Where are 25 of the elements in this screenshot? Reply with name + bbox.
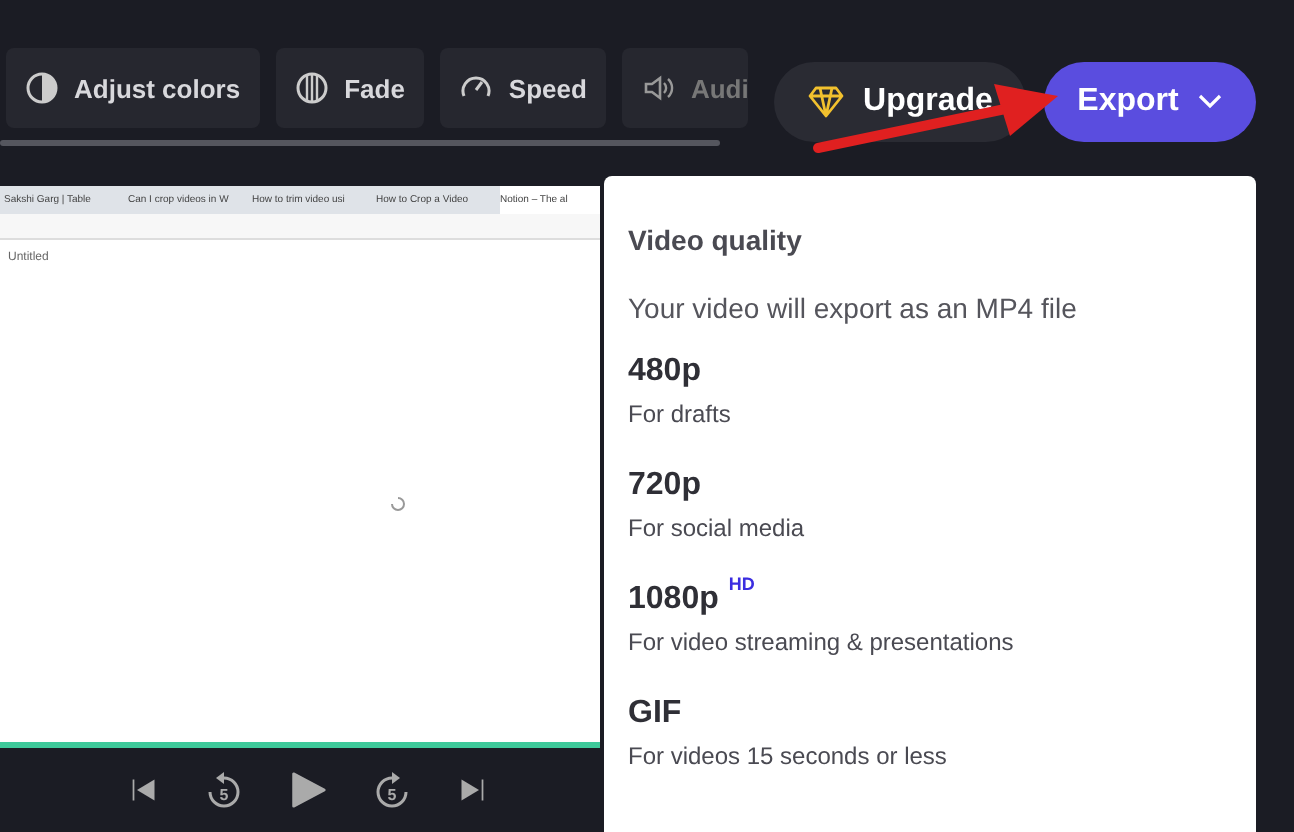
option-description: For videos 15 seconds or less [628, 742, 949, 770]
skip-end-icon[interactable] [458, 774, 486, 806]
scrollbar[interactable] [0, 140, 720, 146]
play-icon[interactable] [290, 770, 326, 810]
fade-icon [296, 72, 329, 104]
menu-heading: Video quality [628, 224, 804, 256]
quality-option[interactable]: 480p [628, 354, 701, 390]
speaker-icon [642, 72, 675, 104]
contrast-icon [26, 72, 58, 104]
option-description: For video streaming & presentations [628, 628, 1016, 656]
export-button[interactable]: Export [1044, 62, 1256, 142]
toolbar-button[interactable]: Speed [440, 48, 607, 128]
toolbar-button[interactable]: Fade [276, 48, 425, 128]
chevron-icon [1198, 94, 1223, 110]
hd-label: HD [728, 574, 755, 594]
menu-note: Your video will export as an MP4 file [628, 292, 1079, 324]
quality-option[interactable]: GIF [628, 696, 682, 732]
option-description: For social media [628, 514, 807, 542]
quality-option[interactable]: 720p [628, 468, 701, 504]
quality-option[interactable]: 1080p [628, 582, 719, 618]
diamond-icon [807, 86, 844, 118]
option-description: For drafts [628, 400, 733, 428]
spinner-icon [390, 496, 406, 512]
toolbar-button[interactable]: Adjust colors [6, 48, 261, 128]
skip-start-icon[interactable] [130, 774, 158, 806]
